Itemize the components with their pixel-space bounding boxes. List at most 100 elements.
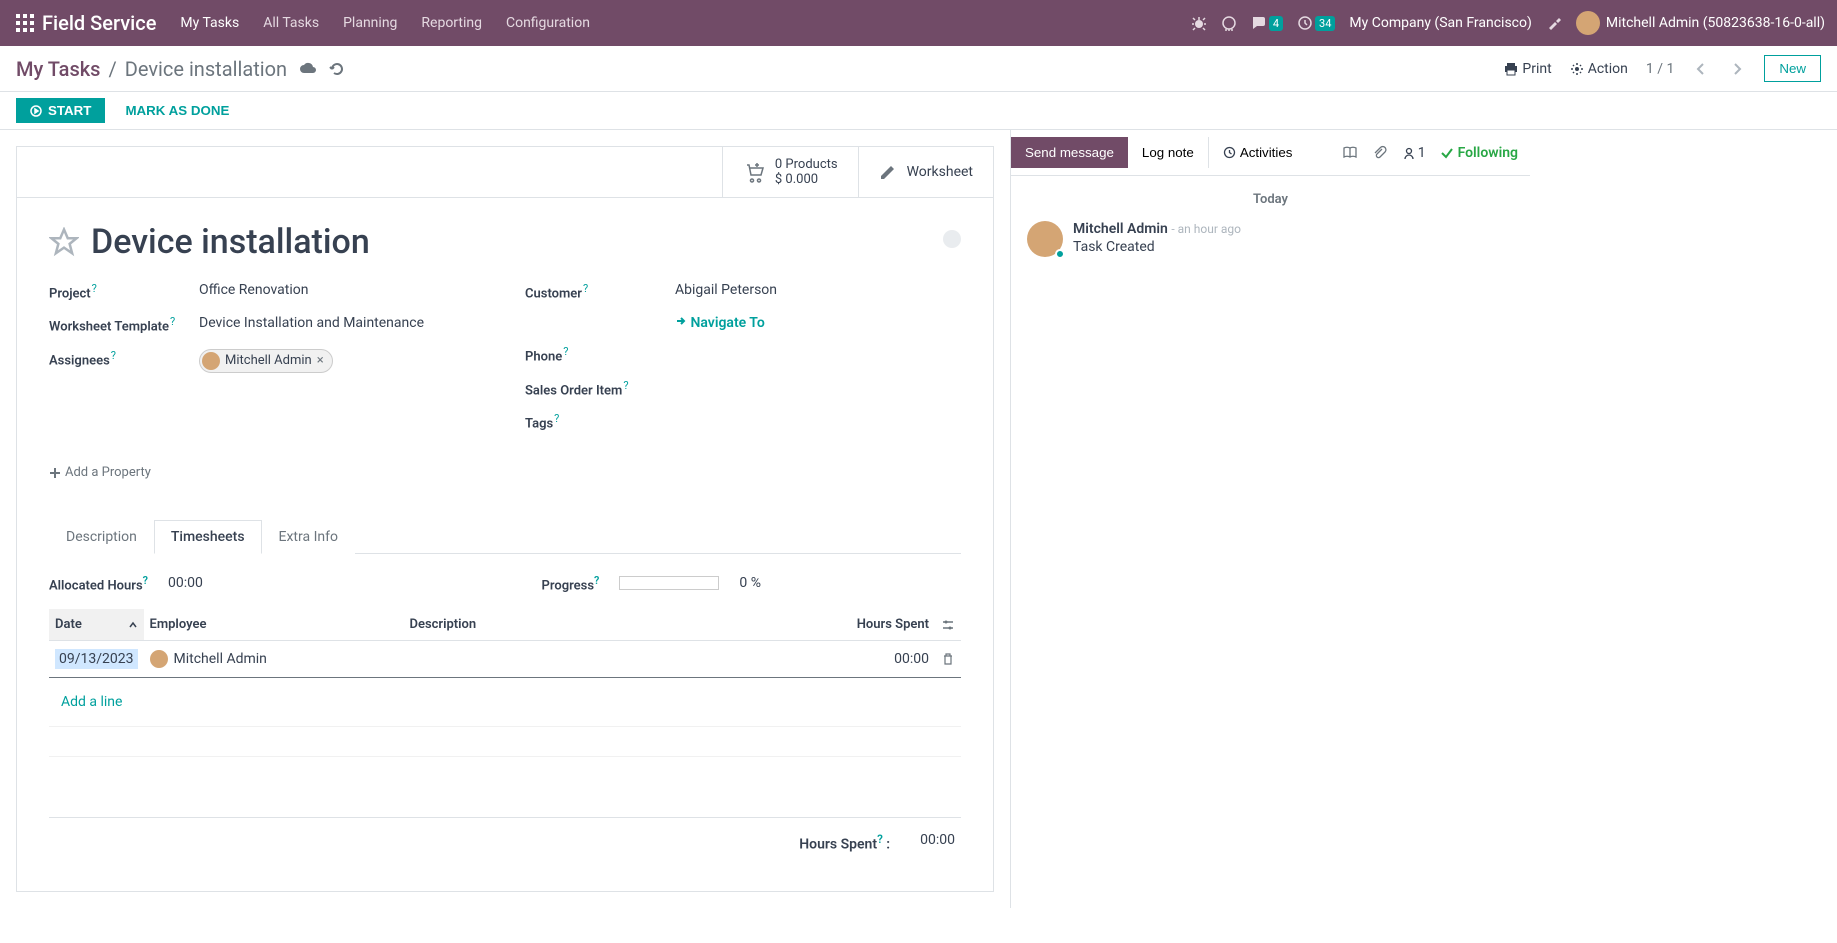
menu-reporting[interactable]: Reporting [421,15,482,31]
follower-count-value: 1 [1418,145,1426,161]
message-author[interactable]: Mitchell Admin [1073,221,1168,237]
timesheet-row[interactable]: 09/13/2023 Mitchell Admin 00:00 [49,641,961,678]
pager-next-icon[interactable] [1728,62,1746,76]
activities-label: Activities [1240,145,1293,160]
footer-hours-label: Hours Spent [799,837,877,853]
clock-icon [1223,146,1236,159]
task-title[interactable]: Device installation [91,222,370,262]
support-icon[interactable] [1221,15,1237,31]
help-icon[interactable]: ? [92,282,97,295]
apps-icon[interactable] [16,14,34,32]
stat-button-products[interactable]: 0 Products $ 0.000 [722,147,858,197]
priority-star-icon[interactable] [49,227,79,257]
breadcrumb-current: Device installation [125,57,287,81]
bug-icon[interactable] [1191,15,1207,31]
tools-icon[interactable] [1546,15,1562,31]
mark-done-button[interactable]: MARK AS DONE [117,98,237,123]
tab-extra-info[interactable]: Extra Info [262,520,355,554]
reading-mode-icon[interactable] [1342,145,1358,161]
send-message-button[interactable]: Send message [1011,137,1128,168]
followers-button[interactable]: 1 [1402,145,1426,161]
messages-icon[interactable]: 4 [1251,15,1283,31]
progress-value: 0 % [739,575,761,591]
assignee-tag[interactable]: Mitchell Admin × [199,349,333,373]
menu-configuration[interactable]: Configuration [506,15,590,31]
activities-button[interactable]: Activities [1209,137,1307,168]
message-avatar[interactable] [1027,221,1063,257]
label-assignees: Assignees [49,353,110,368]
navigate-to-link[interactable]: Navigate To [675,315,765,331]
pager[interactable]: 1 / 1 [1646,61,1674,77]
timesheets-footer: Hours Spent? : 00:00 [49,817,961,867]
tab-description[interactable]: Description [49,520,154,554]
field-assignees[interactable]: Mitchell Admin × [199,349,485,374]
label-allocated-hours: Allocated Hours [49,578,143,593]
menu-my-tasks[interactable]: My Tasks [180,15,239,31]
menu-all-tasks[interactable]: All Tasks [263,15,319,31]
following-label: Following [1458,145,1518,161]
attachment-icon[interactable] [1372,145,1388,161]
pager-prev-icon[interactable] [1692,62,1710,76]
help-icon[interactable]: ? [554,412,559,425]
help-icon[interactable]: ? [623,379,628,392]
sort-asc-icon [128,620,138,630]
topbar-right: 4 34 My Company (San Francisco) Mitchell… [1191,11,1829,35]
form-view: 0 Products $ 0.000 Worksheet D [0,130,1010,908]
field-allocated-hours[interactable]: 00:00 [168,575,203,591]
field-project[interactable]: Office Renovation [199,282,485,298]
brand-title[interactable]: Field Service [42,11,156,35]
help-icon[interactable]: ? [111,349,116,362]
discard-icon[interactable] [329,61,345,77]
col-optional[interactable] [935,609,961,641]
add-property-button[interactable]: Add a Property [49,465,151,480]
stat-button-worksheet[interactable]: Worksheet [858,147,993,197]
remove-tag-icon[interactable]: × [317,353,324,368]
empty-row [49,727,961,757]
col-hours-spent[interactable]: Hours Spent [815,609,935,641]
col-description[interactable]: Description [404,609,816,641]
label-worksheet-template: Worksheet Template [49,320,169,335]
cart-plus-icon [743,161,765,183]
main-menu: My Tasks All Tasks Planning Reporting Co… [180,15,590,31]
log-note-button[interactable]: Log note [1128,137,1209,168]
help-icon[interactable]: ? [563,345,568,358]
messages-badge: 4 [1269,16,1283,31]
tab-timesheets[interactable]: Timesheets [154,520,262,554]
user-name: Mitchell Admin (50823638-16-0-all) [1606,15,1825,31]
col-employee[interactable]: Employee [144,609,404,641]
help-icon[interactable]: ? [583,282,588,295]
activities-clock-icon[interactable]: 34 [1297,15,1335,31]
field-customer[interactable]: Abigail Peterson [675,282,961,298]
cell-description[interactable] [404,641,816,678]
chatter-topbar: Send message Log note Activities 1 [1011,130,1530,176]
help-icon[interactable]: ? [877,832,883,846]
help-icon[interactable]: ? [170,315,175,328]
cell-hours[interactable]: 00:00 [815,641,935,678]
company-selector[interactable]: My Company (San Francisco) [1349,15,1531,31]
cell-date[interactable]: 09/13/2023 [49,641,144,678]
add-line-button[interactable]: Add a line [55,686,955,718]
form-sheet: 0 Products $ 0.000 Worksheet D [16,146,994,892]
breadcrumb-root[interactable]: My Tasks [16,57,100,81]
help-icon[interactable]: ? [143,574,148,587]
kanban-state-icon[interactable] [943,230,961,248]
field-worksheet-template[interactable]: Device Installation and Maintenance [199,315,485,331]
worksheet-label: Worksheet [907,164,973,180]
user-menu[interactable]: Mitchell Admin (50823638-16-0-all) [1576,11,1825,35]
check-icon [1440,146,1454,160]
help-icon[interactable]: ? [594,574,599,587]
action-button[interactable]: Action [1570,61,1628,77]
cloud-save-icon[interactable] [299,60,317,78]
plus-icon [49,467,61,479]
start-button[interactable]: START [16,98,105,123]
following-button[interactable]: Following [1440,145,1518,161]
new-button[interactable]: New [1764,55,1821,82]
cell-employee[interactable]: Mitchell Admin [144,641,404,678]
col-date[interactable]: Date [49,609,144,641]
notebook-tabs: Description Timesheets Extra Info [49,519,961,554]
print-button[interactable]: Print [1504,61,1551,77]
cell-delete[interactable] [935,641,961,678]
menu-planning[interactable]: Planning [343,15,397,31]
chatter-message: Mitchell Admin - an hour ago Task Create… [1027,221,1514,257]
action-label: Action [1588,61,1628,77]
